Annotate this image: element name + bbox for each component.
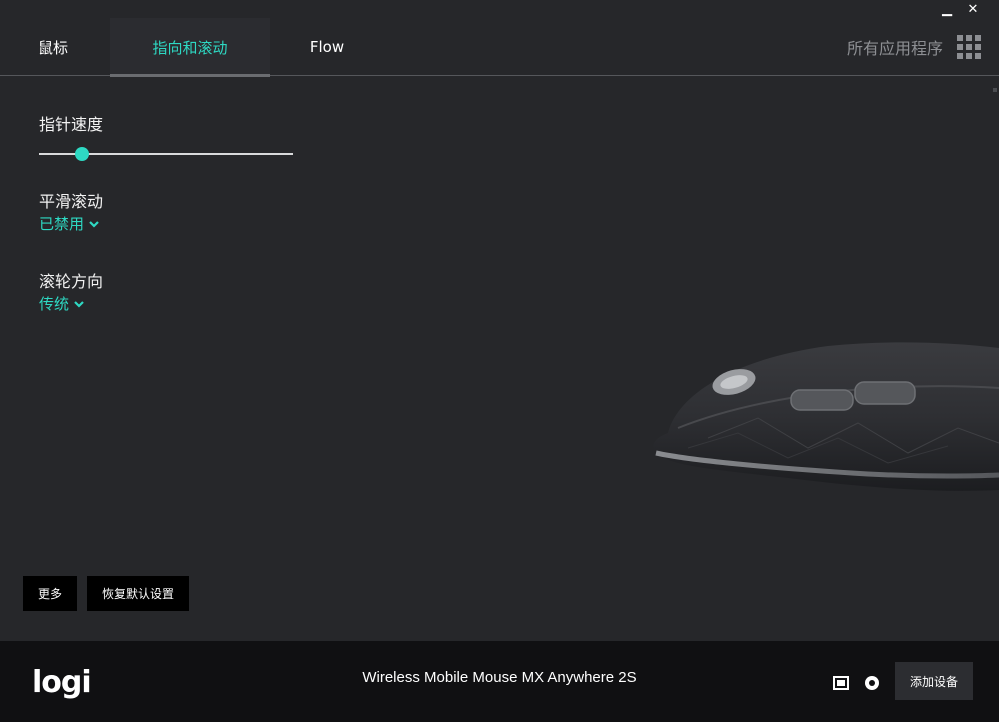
scrollbar[interactable]: [993, 88, 997, 92]
all-applications-button[interactable]: 所有应用程序: [847, 18, 981, 76]
pointer-speed-slider[interactable]: [39, 146, 293, 162]
mouse-image: [653, 342, 999, 491]
battery-icon[interactable]: [832, 673, 852, 693]
scroll-direction-title: 滚轮方向: [39, 272, 104, 291]
chevron-down-icon: [74, 300, 84, 308]
pointer-speed-title: 指针速度: [39, 115, 104, 134]
smooth-scroll-value: 已禁用: [39, 215, 85, 233]
all-applications-label: 所有应用程序: [846, 39, 943, 58]
scroll-direction-dropdown[interactable]: 传统: [39, 293, 103, 314]
smooth-scroll-dropdown[interactable]: 已禁用: [39, 213, 103, 234]
more-button[interactable]: 更多: [23, 576, 77, 611]
settings-icon[interactable]: [862, 673, 882, 693]
chevron-down-icon: [89, 220, 99, 228]
tab-mouse[interactable]: 鼠标: [0, 18, 108, 76]
footer: logi Wireless Mobile Mouse MX Anywhere 2…: [0, 641, 999, 722]
minimize-button[interactable]: ▁: [941, 2, 953, 18]
scroll-direction-setting: 滚轮方向 传统: [39, 268, 103, 314]
tab-pointer-scroll[interactable]: 指向和滚动: [110, 18, 270, 77]
add-device-button[interactable]: 添加设备: [895, 662, 973, 700]
footer-icons: [832, 673, 882, 693]
scroll-direction-value: 传统: [39, 295, 70, 313]
smooth-scroll-title: 平滑滚动: [39, 192, 104, 211]
smooth-scroll-setting: 平滑滚动 已禁用: [39, 188, 103, 234]
pointer-speed-setting: 指针速度: [39, 111, 103, 135]
close-button[interactable]: ✕: [967, 2, 979, 18]
slider-thumb[interactable]: [75, 147, 90, 161]
restore-defaults-button[interactable]: 恢复默认设置: [87, 576, 189, 611]
tab-flow[interactable]: Flow: [285, 18, 369, 76]
grid-icon: [957, 35, 981, 59]
